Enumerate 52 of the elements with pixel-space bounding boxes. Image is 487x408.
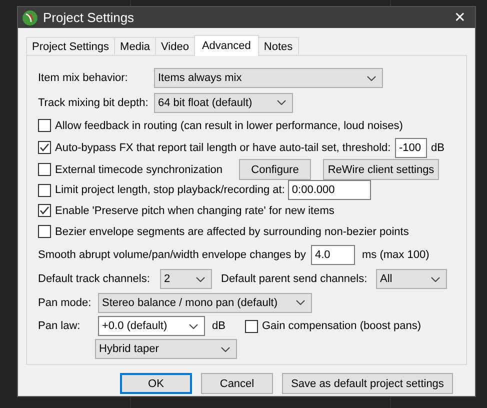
checkbox[interactable] [38, 204, 51, 217]
label: dB [431, 142, 444, 154]
input-field[interactable]: -100 [395, 138, 427, 158]
label: Track mixing bit depth: [38, 96, 150, 108]
checkbox[interactable] [38, 119, 51, 132]
close-button[interactable]: ✕ [445, 7, 475, 28]
caret-icon [221, 346, 230, 352]
caret-icon [189, 324, 198, 328]
checkbox-label: Limit project length, stop playback/recording at: [55, 184, 285, 196]
checkbox[interactable] [38, 184, 51, 196]
dialog-button[interactable]: Save as default project settings [282, 373, 453, 394]
checkbox[interactable] [38, 225, 51, 238]
checkbox-label: Auto-bypass FX that report tail length or have auto-tail set, threshold: [55, 142, 391, 154]
tab[interactable]: Advanced [194, 35, 259, 56]
tab[interactable]: Notes [258, 37, 299, 55]
label: Pan mode: [38, 296, 92, 308]
app-logo-icon [22, 10, 38, 26]
caret-icon [431, 276, 440, 282]
dropdown[interactable]: 2 [160, 269, 212, 289]
checkbox[interactable] [38, 141, 51, 154]
button[interactable]: ReWire client settings [323, 159, 439, 180]
checkbox-label: Bezier envelope segments are affected by surrounding non-bezier points [55, 226, 409, 238]
window-title: Project Settings [43, 10, 136, 25]
checkbox[interactable] [38, 163, 51, 176]
label: Smooth abrupt volume/pan/width envelope changes by [38, 248, 307, 260]
input-field[interactable]: 4.0 [311, 244, 355, 264]
checkbox-label: Allow feedback in routing (can result in lower performance, loud noises) [55, 120, 403, 132]
combo-field[interactable]: +0.0 (default) [98, 316, 205, 336]
dropdown[interactable]: 64 bit float (default) [154, 92, 293, 112]
checkbox-label: External timecode synchronization [55, 164, 223, 176]
caret-icon [277, 100, 286, 105]
label: Default parent send channels: [221, 273, 368, 285]
caret-icon [367, 76, 376, 80]
label: Item mix behavior: [38, 72, 129, 84]
checkbox[interactable] [245, 320, 258, 332]
dropdown[interactable]: Stereo balance / mono pan (default) [98, 292, 312, 312]
label: Default track channels: [38, 273, 151, 285]
dropdown[interactable]: Hybrid taper [95, 339, 237, 359]
checkbox-label: Gain compensation (boost pans) [262, 320, 421, 332]
caret-icon [196, 276, 205, 282]
dialog-button[interactable]: Cancel [201, 373, 273, 394]
label: Pan law: [38, 320, 82, 332]
dropdown[interactable]: Items always mix [154, 68, 383, 88]
tab[interactable]: Project Settings [26, 37, 116, 55]
dropdown[interactable]: All [376, 269, 447, 289]
label: ms (max 100) [362, 248, 430, 260]
caret-icon [296, 300, 305, 305]
checkbox-label: Enable 'Preserve pitch when changing rate' for new items [55, 204, 334, 216]
button[interactable]: Configure [239, 159, 311, 180]
label: dB [212, 320, 226, 332]
input-field[interactable]: 0:00.000 [288, 180, 371, 200]
dialog-button[interactable]: OK [120, 373, 192, 394]
